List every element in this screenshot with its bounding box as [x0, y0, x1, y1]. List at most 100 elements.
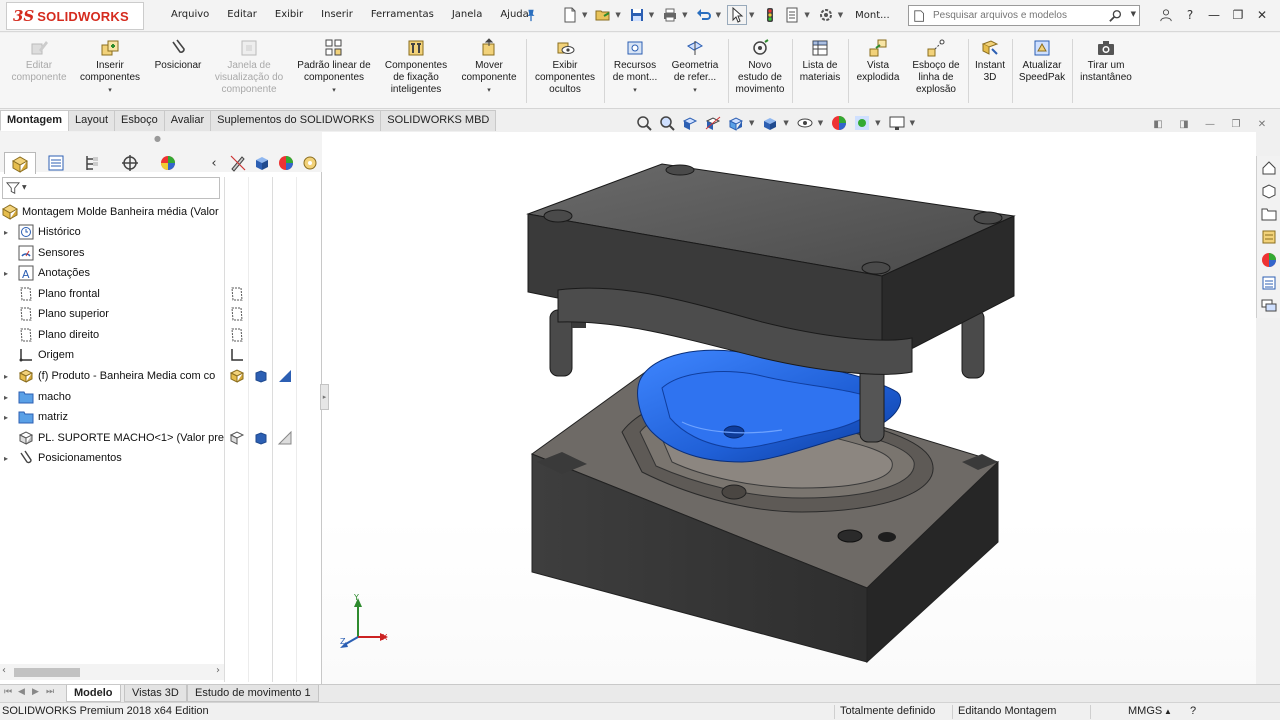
print-icon[interactable] — [660, 5, 680, 25]
zoom-to-fit-icon[interactable] — [634, 114, 654, 132]
menu-inserir[interactable]: Inserir — [312, 7, 362, 23]
last-tab-icon[interactable]: ⏭ — [46, 687, 54, 697]
tab-suplementos[interactable]: Suplementos do SOLIDWORKS — [210, 110, 382, 131]
bill-of-materials-button[interactable]: Lista de materiais — [794, 38, 846, 84]
tab-montagem[interactable]: Montagem — [0, 110, 69, 131]
chevron-down-icon[interactable]: ▼ — [783, 119, 788, 127]
menu-janela[interactable]: Janela — [443, 7, 491, 23]
expand-arrow-icon[interactable]: ▸ — [4, 454, 14, 463]
insert-components-button[interactable]: Inserir componentes ▾ — [74, 38, 146, 94]
exploded-view-button[interactable]: Vista explodida — [850, 38, 906, 84]
hide-show-items-icon[interactable] — [795, 114, 815, 132]
tree-item-plano-direito[interactable]: Plano direito — [0, 325, 224, 345]
search-icon[interactable] — [1109, 9, 1123, 23]
help-icon[interactable]: ? — [1190, 705, 1196, 717]
tree-item-produto[interactable]: ▸ (f) Produto - Banheira Media com co — [0, 366, 224, 386]
tree-item-origem[interactable]: Origem — [0, 345, 224, 365]
chevron-up-icon[interactable]: ▲ — [1164, 707, 1172, 716]
sketch-pencil-icon[interactable] — [226, 152, 250, 174]
chevron-down-icon[interactable]: ▾ — [633, 86, 637, 94]
chevron-down-icon[interactable]: ▼ — [818, 119, 823, 127]
component-preview-button[interactable]: Janela de visualização do componente — [208, 38, 290, 96]
help-icon[interactable]: ? — [1178, 5, 1202, 25]
tree-item-plano-superior[interactable]: Plano superior — [0, 304, 224, 324]
menu-editar[interactable]: Editar — [218, 7, 266, 23]
section-view-icon[interactable] — [703, 114, 723, 132]
assembly-features-button[interactable]: Recursos de mont... ▾ — [606, 38, 664, 94]
display-mode-icon[interactable] — [253, 430, 269, 446]
panel-collapse-handle[interactable]: ▸ — [320, 384, 329, 410]
part-icon[interactable] — [229, 368, 245, 384]
custom-properties-icon[interactable] — [1258, 272, 1280, 294]
chevron-down-icon[interactable]: ▼ — [716, 11, 721, 19]
tab-esboco[interactable]: Esboço — [114, 110, 165, 131]
view-palette-icon[interactable] — [1258, 226, 1280, 248]
forum-icon[interactable] — [1258, 295, 1280, 317]
instant3d-button[interactable]: Instant 3D — [970, 38, 1010, 84]
appearance-triangle-icon[interactable] — [277, 430, 293, 446]
chevron-down-icon[interactable]: ▼ — [582, 11, 587, 19]
search-input[interactable] — [933, 10, 1103, 21]
prev-tab-icon[interactable]: ◀ — [18, 687, 25, 697]
expand-arrow-icon[interactable]: ▸ — [4, 372, 14, 381]
display-mode-icon[interactable] — [253, 368, 269, 384]
show-hidden-components-button[interactable]: Exibir componentes ocultos — [530, 38, 600, 96]
close-icon[interactable]: ✕ — [1250, 5, 1274, 25]
new-motion-study-button[interactable]: Novo estudo de movimento — [730, 38, 790, 96]
chevron-down-icon[interactable]: ▾ — [487, 86, 491, 94]
new-document-icon[interactable] — [560, 5, 580, 25]
expand-arrow-icon[interactable]: ▸ — [4, 269, 14, 278]
chevron-down-icon[interactable]: ▼ — [804, 11, 809, 19]
undo-icon[interactable] — [694, 5, 714, 25]
edit-appearance-icon[interactable] — [829, 114, 849, 132]
expand-arrow-icon[interactable]: ▸ — [4, 393, 14, 402]
tree-item-pl-suporte-macho[interactable]: PL. SUPORTE MACHO<1> (Valor pre — [0, 428, 224, 448]
part-icon[interactable] — [229, 430, 245, 446]
tree-item-sensores[interactable]: Sensores — [0, 243, 224, 263]
home-icon[interactable] — [1258, 157, 1280, 179]
tree-item-posicionamentos[interactable]: ▸ Posicionamentos — [0, 448, 224, 468]
mate-button[interactable]: Posicionar — [148, 38, 208, 72]
split-right-icon[interactable]: ◨ — [1174, 116, 1194, 132]
upper-mold-plate[interactable] — [526, 163, 1016, 375]
tab-solidworks-mbd[interactable]: SOLIDWORKS MBD — [380, 110, 497, 131]
apply-scene-icon[interactable] — [852, 114, 872, 132]
minimize-icon[interactable]: — — [1200, 116, 1220, 132]
tree-item-matriz[interactable]: ▸ matriz — [0, 407, 224, 427]
next-tab-icon[interactable]: ▶ — [32, 687, 39, 697]
configuration-manager-tab[interactable] — [76, 152, 108, 174]
rebuild-icon[interactable] — [760, 5, 780, 25]
tree-item-anotacoes[interactable]: ▸ A Anotações — [0, 263, 224, 283]
menu-ferramentas[interactable]: Ferramentas — [362, 7, 443, 23]
dimxpert-tab[interactable] — [114, 152, 146, 174]
plane-visibility-icon[interactable] — [229, 286, 245, 302]
chevron-down-icon[interactable]: ▼ — [615, 11, 620, 19]
edit-component-button[interactable]: Editar componente — [8, 38, 70, 84]
solidworks-logo[interactable]: 3S SOLIDWORKS — [6, 2, 144, 30]
pin-icon[interactable] — [524, 7, 538, 23]
reference-geometry-button[interactable]: Geometria de refer... ▾ — [664, 38, 726, 94]
tree-root-assembly[interactable]: Montagem Molde Banheira média (Valor — [0, 202, 224, 222]
save-icon[interactable] — [627, 5, 647, 25]
appearances-icon[interactable] — [1258, 249, 1280, 271]
view-orientation-icon[interactable] — [726, 114, 746, 132]
chevron-left-icon[interactable]: ‹ — [202, 152, 226, 174]
scroll-right-icon[interactable]: › — [216, 665, 220, 676]
linear-pattern-button[interactable]: Padrão linear de componentes ▾ — [290, 38, 378, 94]
open-folder-icon[interactable] — [593, 5, 613, 25]
menu-arquivo[interactable]: Arquivo — [162, 7, 218, 23]
display-style-icon[interactable] — [760, 114, 780, 132]
plane-visibility-icon[interactable] — [229, 327, 245, 343]
plane-visibility-icon[interactable] — [229, 306, 245, 322]
design-library-icon[interactable] — [1258, 180, 1280, 202]
minimize-icon[interactable]: — — [1202, 5, 1226, 25]
close-icon[interactable]: ✕ — [1252, 116, 1272, 132]
chevron-down-icon[interactable]: ▼ — [649, 11, 654, 19]
tab-layout[interactable]: Layout — [68, 110, 116, 131]
scene-icon[interactable] — [298, 152, 322, 174]
move-component-button[interactable]: Mover componente ▾ — [456, 38, 522, 94]
file-properties-icon[interactable] — [782, 5, 802, 25]
restore-icon[interactable]: ❐ — [1226, 116, 1246, 132]
tab-modelo[interactable]: Modelo — [66, 685, 121, 702]
expand-arrow-icon[interactable]: ▸ — [4, 228, 14, 237]
